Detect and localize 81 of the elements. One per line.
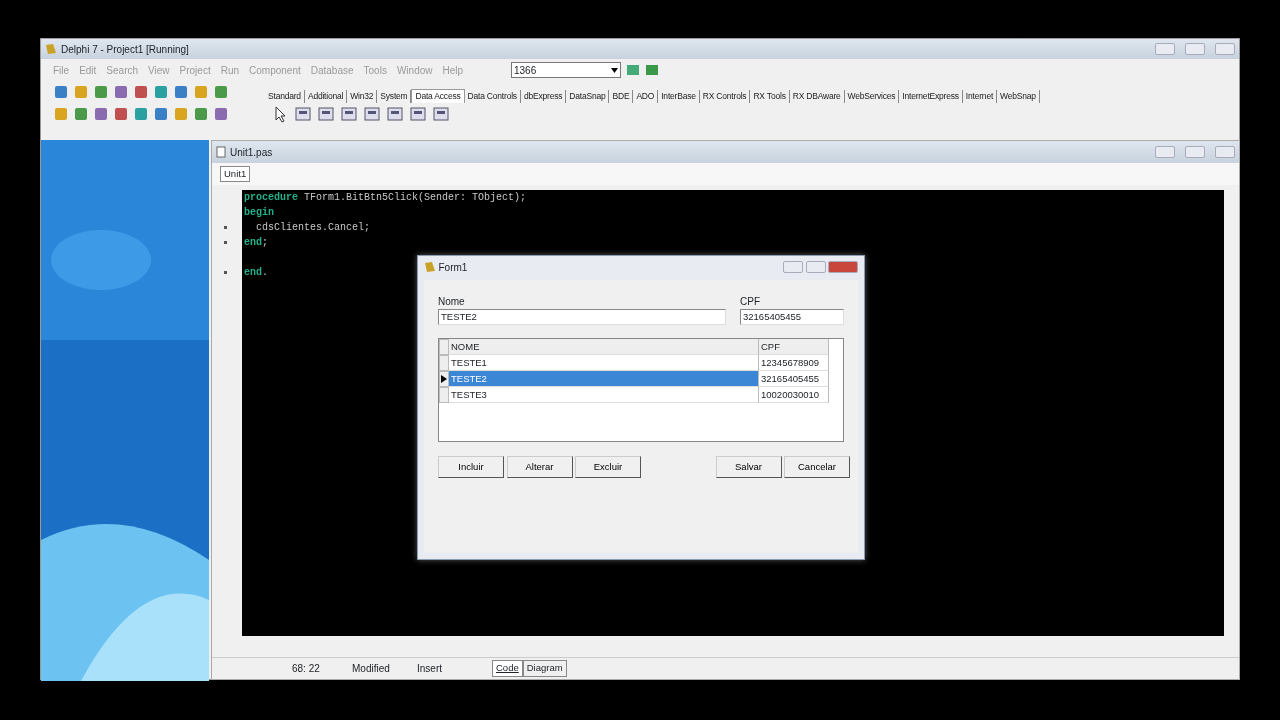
window-title: Delphi 7 - Project1 [Running] — [61, 42, 189, 57]
component-icon[interactable] — [409, 105, 427, 123]
grid-corner — [439, 339, 449, 355]
input-field[interactable]: 32165405455 — [740, 309, 844, 325]
palette-tab[interactable]: Data Access — [411, 89, 465, 103]
form-button[interactable]: Excluir — [575, 456, 641, 478]
code-line: end. — [244, 266, 269, 280]
cursor-position: 68: 22 — [292, 662, 321, 676]
table-cell: 32165405455 — [759, 371, 829, 387]
component-icon[interactable] — [386, 105, 404, 123]
code-line: procedure TForm1.BitBtn5Click(Sender: TObject); — [244, 191, 527, 205]
palette-tab[interactable]: InternetExpress — [899, 90, 963, 103]
palette-tab[interactable]: dbExpress — [520, 90, 567, 103]
palette-tab[interactable]: WebServices — [844, 90, 900, 103]
toolbar-icon[interactable] — [93, 84, 109, 100]
palette-tab[interactable]: RX DBAware — [789, 90, 845, 103]
toolbar-icon[interactable] — [153, 106, 169, 122]
form-button[interactable]: Cancelar — [784, 456, 850, 478]
palette-tab[interactable]: ADO — [633, 90, 659, 103]
caret-icon — [611, 67, 618, 73]
toolbar-icon[interactable] — [73, 106, 89, 122]
toolbar-icon[interactable] — [133, 106, 149, 122]
input-field[interactable]: TESTE2 — [438, 309, 726, 325]
toolbar-icon[interactable] — [53, 84, 69, 100]
unit-tab[interactable]: Unit1 — [220, 165, 251, 183]
toolbar-icon[interactable] — [93, 106, 109, 122]
table-cell: 12345678909 — [759, 355, 829, 371]
toolbar-icon[interactable] — [153, 84, 169, 100]
palette-tab[interactable]: Internet — [962, 90, 998, 103]
palette-tab[interactable]: Standard — [265, 90, 305, 103]
component-icon[interactable] — [340, 105, 358, 123]
component-icon[interactable] — [317, 105, 335, 123]
form-title: Form1 — [438, 260, 468, 275]
code-line: cdsClientes.Cancel; — [255, 221, 371, 235]
toolbar-icon[interactable] — [113, 106, 129, 122]
component-icon[interactable] — [294, 105, 312, 123]
palette-tab[interactable]: Win32 — [347, 90, 378, 103]
palette-tab[interactable]: Additional — [304, 90, 348, 103]
data-grid[interactable]: NOME CPF TESTE1 12345678909 TESTE2 32165405455 TESTE3 10020030010 — [438, 338, 844, 442]
toolbar-icon[interactable] — [213, 84, 229, 100]
toolbar-icon[interactable] — [133, 84, 149, 100]
toolbar-icon[interactable] — [193, 106, 209, 122]
component-icon[interactable] — [363, 105, 381, 123]
palette-tab[interactable]: BDE — [609, 90, 634, 103]
palette-tab[interactable]: WebSnap — [997, 90, 1040, 103]
field-label: CPF — [740, 295, 761, 309]
view-tab[interactable]: Diagram — [522, 660, 567, 677]
toolbar-icon[interactable] — [213, 106, 229, 122]
toolbar-icon[interactable] — [113, 84, 129, 100]
palette-tab[interactable]: RX Tools — [750, 90, 790, 103]
code-line: begin — [244, 206, 274, 220]
component-icon[interactable] — [432, 105, 450, 123]
code-line: end; — [244, 236, 269, 250]
row-indicator — [439, 355, 449, 371]
desktop-combo[interactable]: 1366 — [511, 62, 621, 78]
table-cell: TESTE3 — [449, 387, 759, 403]
toolbar-icon[interactable] — [173, 106, 189, 122]
desktop-set-icon[interactable] — [645, 63, 659, 77]
modified-status: Modified — [352, 662, 391, 676]
column-header: NOME — [449, 339, 759, 355]
table-cell: TESTE2 — [449, 371, 759, 387]
field-label: Nome — [438, 295, 466, 309]
palette-tab[interactable]: InterBase — [658, 90, 700, 103]
form-button[interactable]: Alterar — [506, 456, 573, 478]
palette-tab[interactable]: RX Controls — [699, 90, 751, 103]
toolbar-icon[interactable] — [193, 84, 209, 100]
view-tab[interactable]: Code — [492, 660, 523, 677]
column-header: CPF — [759, 339, 829, 355]
table-cell: 10020030010 — [759, 387, 829, 403]
toolbar-icon[interactable] — [173, 84, 189, 100]
unit-file-icon — [216, 146, 226, 158]
toolbar-icon[interactable] — [73, 84, 89, 100]
insert-mode-status: Insert — [417, 662, 443, 676]
palette-tab[interactable]: Data Controls — [464, 90, 521, 103]
row-indicator — [439, 387, 449, 403]
palette-tab[interactable]: DataSnap — [566, 90, 610, 103]
toolbar-icon[interactable] — [53, 106, 69, 122]
desktop-save-icon[interactable] — [626, 63, 640, 77]
form-button[interactable]: Incluir — [438, 456, 504, 478]
form-button[interactable]: Salvar — [715, 456, 782, 478]
editor-title: Unit1.pas — [230, 145, 273, 160]
